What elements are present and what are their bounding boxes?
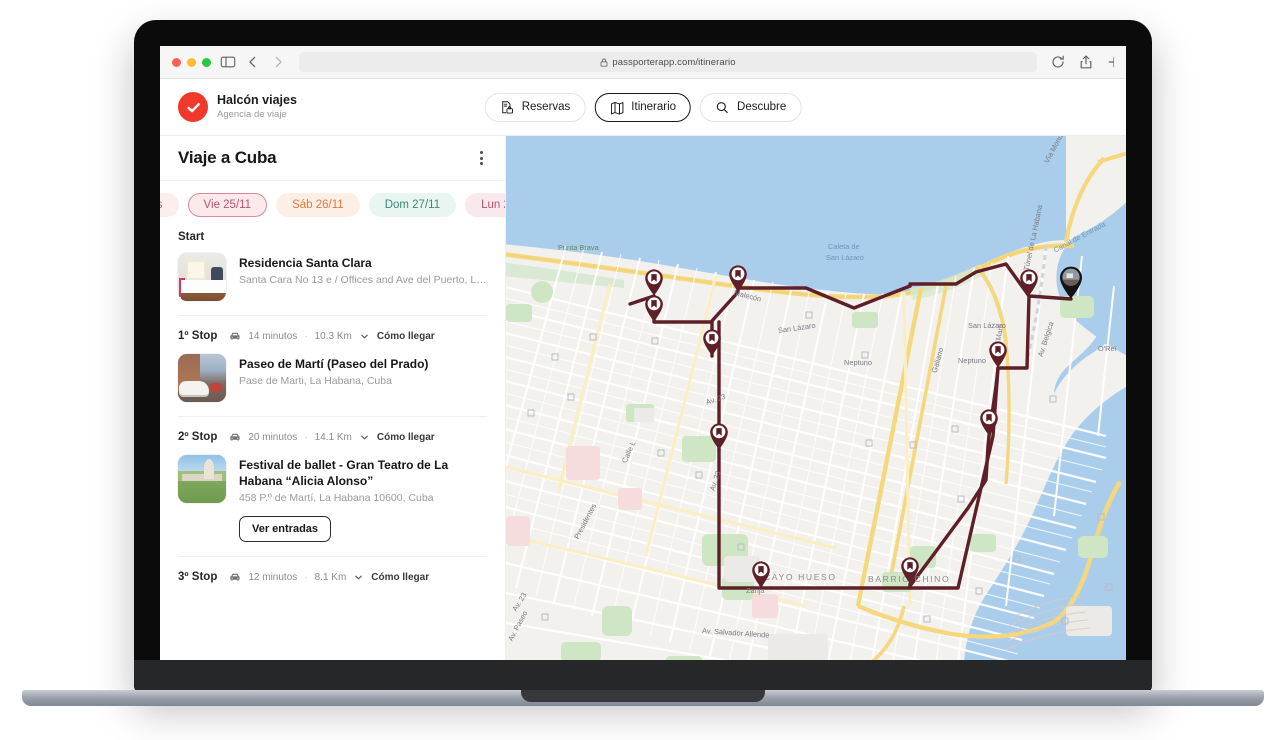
car-icon xyxy=(229,571,241,583)
browser-toolbar: passporterapp.com/itinerario xyxy=(160,46,1126,79)
chevron-down-icon[interactable] xyxy=(354,573,363,582)
itinerary-sidebar: Viaje a Cuba dos Vie 25/11 Sáb 26/11 Dom 27… xyxy=(160,136,506,660)
place-address: Pase de Marti, La Habana, Cuba xyxy=(239,375,392,388)
view-tickets-button[interactable]: Ver entradas xyxy=(239,516,332,543)
maximize-window-button[interactable] xyxy=(202,57,211,67)
lock-icon xyxy=(600,58,608,67)
place-name: Festival de ballet - Gran Teatro de La H… xyxy=(239,458,449,489)
date-tab[interactable]: Lun 28/ xyxy=(465,193,505,217)
search-icon xyxy=(715,100,730,115)
app-header: Halcón viajes Agencia de viaje Reservas … xyxy=(160,79,1126,136)
date-tab[interactable]: dos xyxy=(160,193,179,217)
bookmark-pin-icon[interactable] xyxy=(642,292,666,322)
reload-icon[interactable] xyxy=(1050,54,1066,70)
car-icon xyxy=(229,431,241,443)
leg-separator: · xyxy=(304,431,308,443)
leg-duration: 14 minutos xyxy=(248,330,298,342)
kebab-menu-icon[interactable] xyxy=(476,147,487,169)
bookings-icon xyxy=(500,100,515,115)
leg-separator: · xyxy=(304,330,308,342)
list-item[interactable]: Festival de ballet - Gran Teatro de La H… xyxy=(178,455,487,558)
back-icon[interactable] xyxy=(245,54,261,70)
itinerary-list: Start Residencia Santa Clara Santa Cara … xyxy=(160,227,505,660)
place-address: Santa Cara No 13 e / Offices and Ave del… xyxy=(239,274,487,287)
browser-actions xyxy=(1050,54,1116,70)
bookmark-pin-icon[interactable] xyxy=(726,262,750,292)
leg-row: 3º Stop 12 minutos · 8.1 Km Cómo llegar xyxy=(178,571,487,583)
map-canvas xyxy=(506,136,1126,660)
share-icon[interactable] xyxy=(1078,54,1094,70)
leg-distance: 14.1 Km xyxy=(314,431,352,443)
main-nav: Reservas Itinerario Descubre xyxy=(484,92,802,122)
bookmark-pin-icon[interactable] xyxy=(749,558,773,588)
close-window-button[interactable] xyxy=(172,57,181,67)
car-icon xyxy=(229,330,241,342)
window-controls[interactable] xyxy=(170,57,211,67)
chevron-down-icon[interactable] xyxy=(360,332,369,341)
nav-itinerario-label: Itinerario xyxy=(631,101,677,113)
nav-reservas-button[interactable]: Reservas xyxy=(484,92,586,122)
list-item[interactable]: Paseo de Martí (Paseo del Prado) Pase de… xyxy=(178,354,487,417)
page-title: Viaje a Cuba xyxy=(178,148,277,167)
leg-duration: 12 minutos xyxy=(248,571,298,583)
bookmark-pin-icon[interactable] xyxy=(700,326,724,356)
list-item[interactable]: Residencia Santa Clara Santa Cara No 13 … xyxy=(178,253,487,316)
directions-link[interactable]: Cómo llegar xyxy=(371,572,429,583)
forward-icon[interactable] xyxy=(270,54,286,70)
new-tab-icon[interactable] xyxy=(1106,54,1114,70)
sidebar-toggle-icon[interactable] xyxy=(220,54,236,70)
nav-reservas-label: Reservas xyxy=(521,101,571,113)
photo-pin-icon[interactable] xyxy=(1056,263,1086,299)
bookmark-pin-icon[interactable] xyxy=(707,420,731,450)
route-map[interactable]: Punta Brava Caleta de San Lázaro Canal de E… xyxy=(506,136,1126,660)
leg-duration: 20 minutos xyxy=(248,431,298,443)
address-bar[interactable]: passporterapp.com/itinerario xyxy=(299,52,1037,72)
stop-number: 3º Stop xyxy=(178,571,218,584)
chevron-down-icon[interactable] xyxy=(360,433,369,442)
leg-row: 1º Stop 14 minutos · 10.3 Km Cómo llegar xyxy=(178,330,487,342)
laptop-bottom-bezel xyxy=(134,660,1152,692)
brand-subtitle: Agencia de viaje xyxy=(217,108,287,120)
start-label: Start xyxy=(178,231,205,243)
content-split: Viaje a Cuba dos Vie 25/11 Sáb 26/11 Dom 27… xyxy=(160,136,1126,660)
leg-separator: · xyxy=(304,571,308,583)
capitolio-photo xyxy=(178,455,226,503)
stop-number: 2º Stop xyxy=(178,431,218,443)
leg-distance: 8.1 Km xyxy=(314,571,347,583)
url-text: passporterapp.com/itinerario xyxy=(612,56,736,68)
date-tab[interactable]: Vie 25/11 xyxy=(187,193,268,217)
nav-itinerario-button[interactable]: Itinerario xyxy=(594,92,692,122)
classic-car-street-photo xyxy=(178,354,226,402)
laptop-trackpad-notch xyxy=(521,690,765,702)
browser-window: passporterapp.com/itinerario Halcón viaj… xyxy=(160,46,1126,660)
brand-name: Halcón viajes xyxy=(217,93,297,108)
directions-link[interactable]: Cómo llegar xyxy=(377,432,435,443)
map-fold-icon xyxy=(609,100,624,115)
directions-link[interactable]: Cómo llegar xyxy=(377,331,435,342)
bookmark-pin-icon[interactable] xyxy=(1017,266,1041,296)
minimize-window-button[interactable] xyxy=(187,57,196,67)
hotel-room-photo xyxy=(178,253,226,301)
leg-row: 2º Stop 20 minutos · 14.1 Km Cómo llegar xyxy=(178,431,487,443)
passporter-app: Halcón viajes Agencia de viaje Reservas … xyxy=(160,79,1126,660)
bookmark-pin-icon[interactable] xyxy=(986,338,1010,368)
date-tabs: dos Vie 25/11 Sáb 26/11 Dom 27/11 Lun 28/ xyxy=(160,181,505,227)
date-tab[interactable]: Sáb 26/11 xyxy=(276,193,360,217)
brand-block: Halcón viajes Agencia de viaje xyxy=(178,92,297,122)
trip-header: Viaje a Cuba xyxy=(160,136,505,181)
check-badge-icon xyxy=(178,92,208,122)
laptop-mockup-scene: passporterapp.com/itinerario Halcón viaj… xyxy=(0,0,1286,740)
place-name: Residencia Santa Clara xyxy=(239,256,372,270)
bookmark-pin-icon[interactable] xyxy=(898,554,922,584)
place-name: Paseo de Martí (Paseo del Prado) xyxy=(239,357,429,371)
nav-descubre-label: Descubre xyxy=(737,101,787,113)
stop-number: 1º Stop xyxy=(178,330,218,342)
date-tab[interactable]: Dom 27/11 xyxy=(368,193,457,217)
nav-descubre-button[interactable]: Descubre xyxy=(700,92,802,122)
bookmark-pin-icon[interactable] xyxy=(977,406,1001,436)
place-address: 458 P.º de Martí, La Habana 10600, Cuba xyxy=(239,492,434,505)
leg-distance: 10.3 Km xyxy=(314,330,352,342)
